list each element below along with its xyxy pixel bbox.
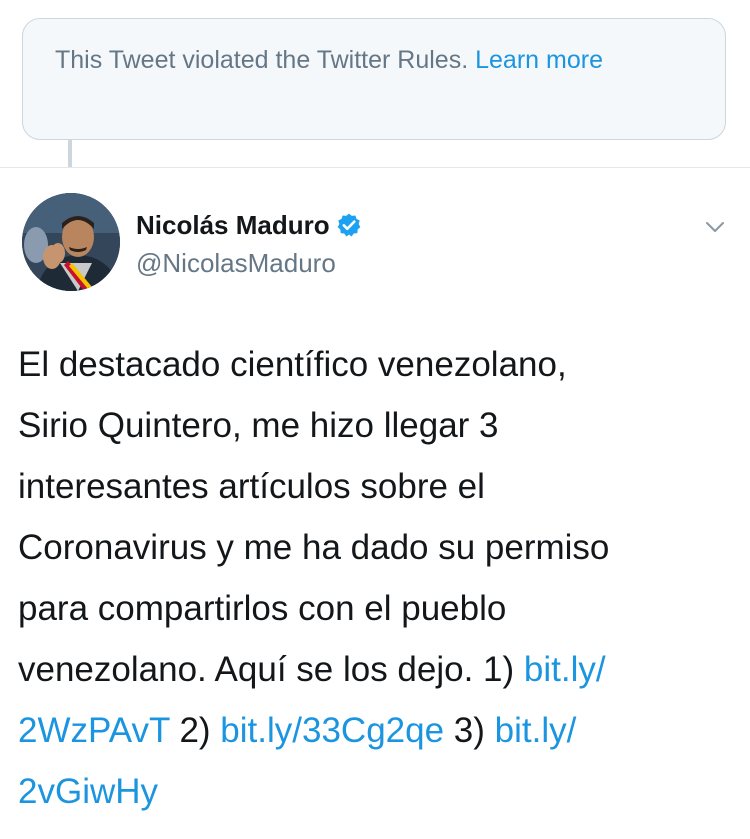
tweet-link[interactable]: bit.ly/33Cg2qe — [220, 711, 444, 750]
tweet-text-line: Sirio Quintero, me hizo llegar 3 — [18, 395, 734, 456]
tweet-link[interactable]: bit.ly/ — [495, 711, 577, 750]
tweet-text-segment: 2) — [169, 711, 221, 750]
tweet-violation-notice: This Tweet violated the Twitter Rules. L… — [22, 18, 726, 140]
tweet-text-line: para compartirlos con el pueblo — [18, 578, 734, 639]
tweet-text-segment: Coronavirus y me ha dado su permiso — [18, 528, 610, 567]
tweet-text-line: venezolano. Aquí se los dejo. 1) bit.ly/ — [18, 639, 734, 700]
author-display-name[interactable]: Nicolás Maduro — [136, 209, 362, 241]
tweet-text-segment: El destacado científico venezolano, — [18, 345, 567, 384]
tweet-text-line: 2vGiwHy — [18, 761, 734, 822]
author-handle[interactable]: @NicolasMaduro — [136, 247, 336, 279]
tweet-text-line: 2WzPAvT 2) bit.ly/33Cg2qe 3) bit.ly/ — [18, 700, 734, 761]
tweet-link[interactable]: bit.ly/ — [524, 650, 606, 689]
avatar-image — [22, 193, 120, 291]
tweet-text-segment: para compartirlos con el pueblo — [18, 589, 507, 628]
tweet-text: El destacado científico venezolano, Sirio… — [18, 334, 734, 822]
author-name-text: Nicolás Maduro — [136, 210, 330, 240]
verified-badge-icon — [336, 212, 362, 238]
violation-notice-text: This Tweet violated the Twitter Rules. — [55, 46, 469, 74]
tweet-separator — [0, 167, 750, 168]
tweet-text-segment: 3) — [444, 711, 495, 750]
tweet-link[interactable]: 2WzPAvT — [18, 711, 170, 750]
tweet-text-segment: venezolano. Aquí se los dejo. 1) — [18, 650, 524, 689]
tweet-text-line: El destacado científico venezolano, — [18, 334, 734, 395]
avatar[interactable] — [22, 193, 120, 291]
tweet-text-line: Coronavirus y me ha dado su permiso — [18, 517, 734, 578]
tweet-text-segment: Sirio Quintero, me hizo llegar 3 — [18, 406, 499, 445]
tweet-link[interactable]: 2vGiwHy — [18, 772, 158, 811]
chevron-down-icon[interactable] — [700, 212, 730, 242]
learn-more-link[interactable]: Learn more — [475, 46, 603, 74]
thread-connector-line — [68, 140, 72, 168]
tweet-text-line: interesantes artículos sobre el — [18, 456, 734, 517]
tweet-text-segment: interesantes artículos sobre el — [18, 467, 485, 506]
